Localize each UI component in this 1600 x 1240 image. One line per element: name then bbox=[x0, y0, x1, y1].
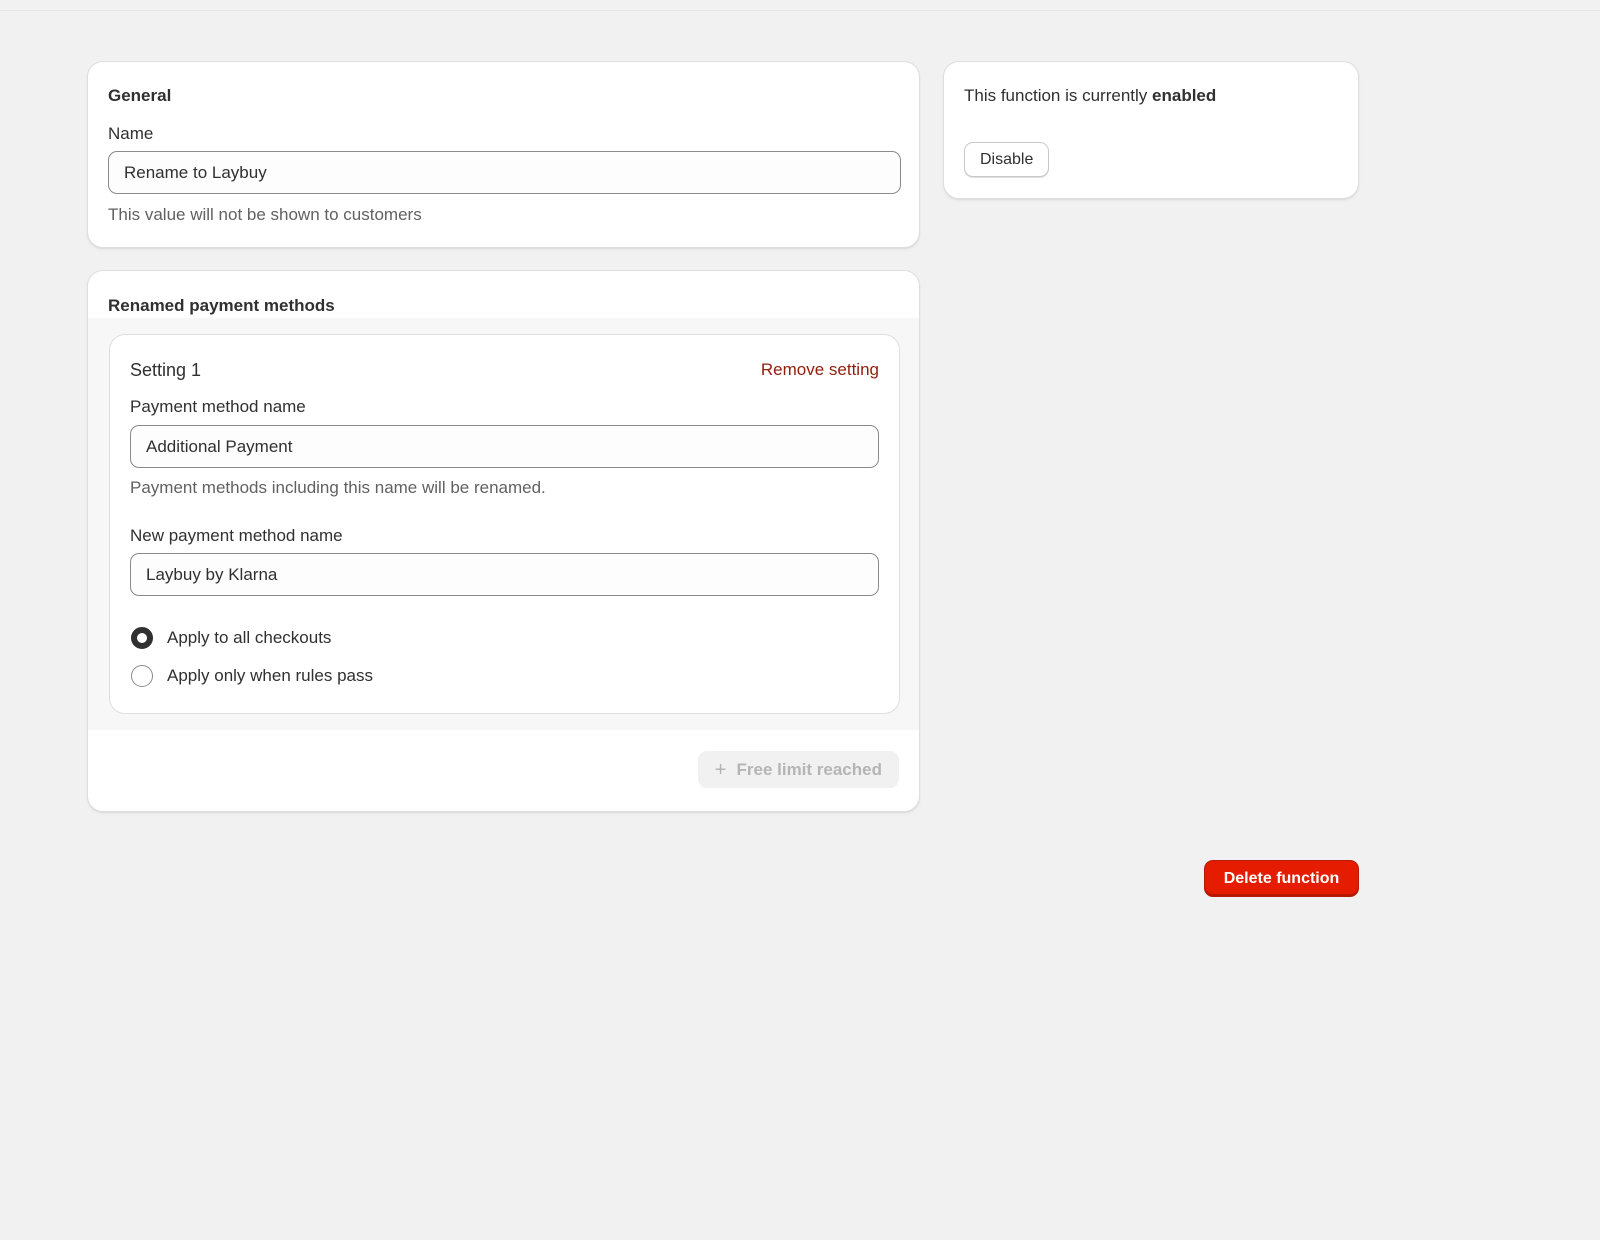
settings-area: Setting 1 Remove setting Payment method … bbox=[88, 318, 919, 730]
delete-function-button[interactable]: Delete function bbox=[1204, 860, 1359, 897]
free-limit-button: + Free limit reached bbox=[697, 751, 899, 788]
radio-apply-all-label: Apply to all checkouts bbox=[167, 628, 332, 647]
new-payment-method-label: New payment method name bbox=[130, 526, 343, 545]
status-state: enabled bbox=[1152, 86, 1217, 105]
radio-apply-rules[interactable]: Apply only when rules pass bbox=[131, 665, 373, 687]
payment-method-label: Payment method name bbox=[130, 397, 306, 416]
name-label: Name bbox=[108, 124, 154, 143]
payment-method-input[interactable] bbox=[130, 425, 879, 468]
radio-unchecked-icon bbox=[131, 665, 153, 687]
top-divider bbox=[0, 10, 1600, 11]
setting-card: Setting 1 Remove setting Payment method … bbox=[109, 334, 900, 714]
new-payment-method-input[interactable] bbox=[130, 553, 879, 596]
radio-apply-rules-label: Apply only when rules pass bbox=[167, 666, 374, 685]
payment-method-help-text: Payment methods including this name will… bbox=[130, 478, 546, 497]
status-text: This function is currently enabled bbox=[964, 86, 1216, 106]
renamed-title: Renamed payment methods bbox=[108, 296, 335, 315]
name-help-text: This value will not be shown to customer… bbox=[108, 205, 422, 224]
name-input[interactable] bbox=[108, 151, 901, 194]
setting-title: Setting 1 bbox=[130, 360, 202, 380]
status-prefix: This function is currently bbox=[964, 86, 1148, 105]
plus-icon: + bbox=[714, 758, 727, 781]
free-limit-label: Free limit reached bbox=[736, 759, 882, 779]
disable-button[interactable]: Disable bbox=[964, 142, 1050, 177]
general-title: General bbox=[108, 86, 172, 105]
radio-apply-all[interactable]: Apply to all checkouts bbox=[131, 627, 331, 649]
radio-checked-icon bbox=[131, 627, 153, 649]
status-card: This function is currently enabled Disab… bbox=[943, 61, 1359, 199]
renamed-payment-methods-card: Renamed payment methods Setting 1 Remove… bbox=[87, 270, 920, 812]
remove-setting-link[interactable]: Remove setting bbox=[761, 360, 879, 380]
general-card: General Name This value will not be show… bbox=[87, 61, 920, 248]
